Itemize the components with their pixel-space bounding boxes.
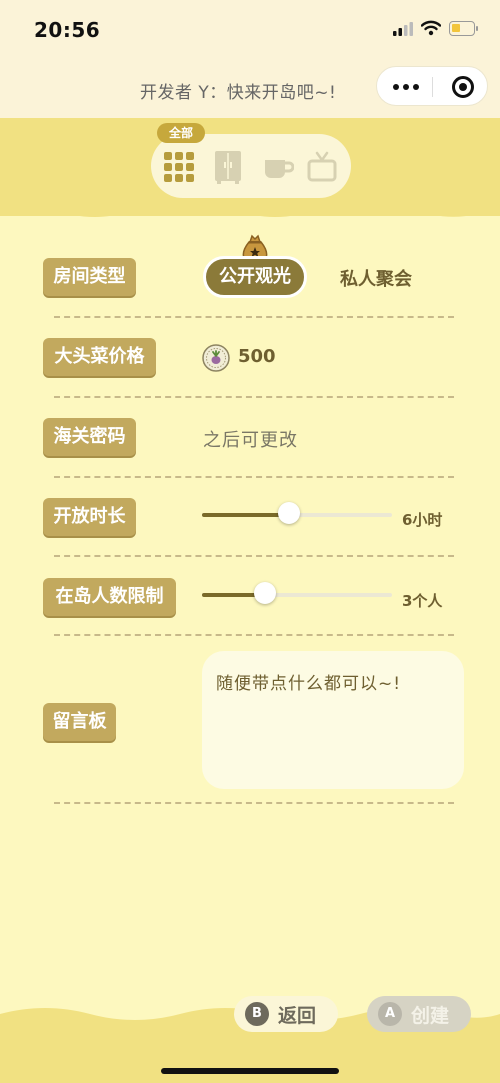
- message-board-text: 随便带点什么都可以~!: [216, 674, 402, 694]
- create-button-label: 创建: [411, 1005, 450, 1027]
- island-limit-label: 在岛人数限制: [43, 578, 176, 616]
- wifi-icon: [421, 20, 441, 36]
- slider-handle[interactable]: [253, 582, 276, 604]
- cellular-signal-icon: [393, 22, 413, 36]
- battery-icon: [449, 21, 478, 36]
- slider-fill: [202, 513, 290, 517]
- divider: [54, 802, 454, 804]
- divider: [54, 634, 454, 636]
- b-key-icon: B: [245, 1002, 269, 1026]
- island-limit-value: 3个人: [402, 592, 443, 610]
- slider-handle[interactable]: [278, 502, 301, 524]
- island-limit-slider[interactable]: [202, 582, 392, 604]
- grid-icon[interactable]: [163, 150, 195, 184]
- message-board-input[interactable]: 随便带点什么都可以~!: [202, 651, 464, 789]
- close-miniprogram-icon[interactable]: [452, 76, 474, 98]
- status-bar: 20:56: [0, 0, 500, 60]
- divider: [54, 555, 454, 557]
- turnip-price-value[interactable]: 500: [238, 346, 276, 367]
- room-type-public-button[interactable]: 公开观光: [203, 256, 307, 298]
- message-board-label: 留言板: [43, 703, 116, 741]
- room-type-label: 房间类型: [43, 258, 136, 296]
- home-indicator: [161, 1068, 339, 1074]
- open-duration-label: 开放时长: [43, 498, 136, 536]
- customs-password-label: 海关密码: [43, 418, 136, 456]
- more-menu-icon[interactable]: [393, 82, 419, 92]
- nav-bar: 开发者 Y：快来开岛吧~!: [0, 60, 500, 118]
- turnip-price-label: 大头菜价格: [43, 338, 156, 376]
- status-time: 20:56: [34, 18, 101, 42]
- room-type-private-option[interactable]: 私人聚会: [340, 265, 412, 291]
- wardrobe-icon[interactable]: [212, 150, 244, 184]
- page-title: 开发者 Y：快来开岛吧~!: [140, 83, 337, 103]
- divider: [54, 476, 454, 478]
- open-duration-value: 6小时: [402, 511, 443, 529]
- create-button[interactable]: A 创建: [367, 996, 471, 1032]
- mini-program-capsule: [376, 66, 488, 106]
- customs-password-value[interactable]: 之后可更改: [203, 426, 298, 452]
- divider: [54, 316, 454, 318]
- open-duration-slider[interactable]: [202, 502, 392, 524]
- back-button[interactable]: B 返回: [234, 996, 338, 1032]
- header-wave: [0, 196, 500, 217]
- turnip-coin-icon: [202, 344, 230, 372]
- cup-icon[interactable]: [262, 150, 294, 184]
- category-active-label: 全部: [157, 123, 205, 143]
- tv-icon[interactable]: [306, 150, 338, 184]
- back-button-label: 返回: [278, 1005, 317, 1027]
- divider: [54, 396, 454, 398]
- a-key-icon: A: [378, 1002, 402, 1026]
